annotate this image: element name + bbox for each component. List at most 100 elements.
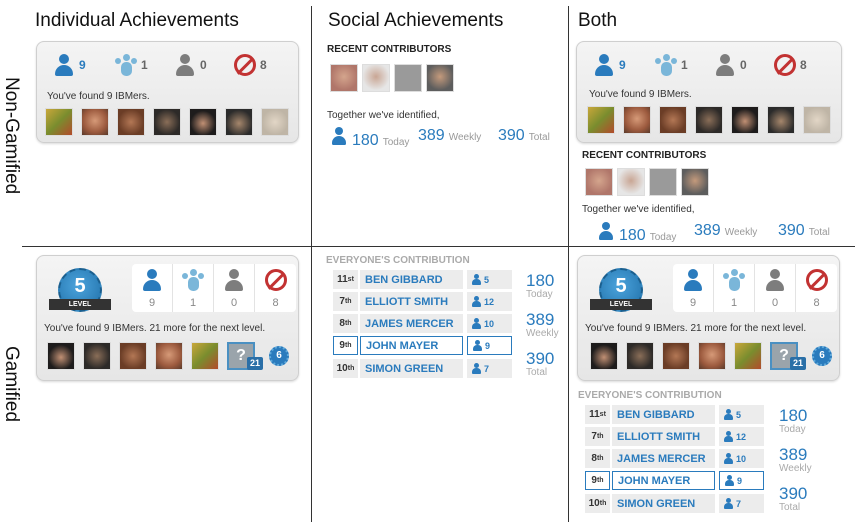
horizontal-divider: [22, 246, 855, 247]
together-text: Together we've identified,: [582, 204, 695, 215]
today-value: 180: [779, 406, 808, 425]
contributor-thumbnail[interactable]: [362, 64, 390, 92]
figure: Individual Achievements Social Achieveme…: [0, 0, 859, 524]
gamified-individual-card: 5 LEVEL 9 1 0 8 You've found 9 IBMers. 2…: [36, 255, 299, 381]
found-count: 9: [689, 297, 697, 309]
contributor-thumbnail[interactable]: [426, 64, 454, 92]
found-thumbnail[interactable]: [155, 342, 183, 370]
found-thumbnail[interactable]: [45, 108, 73, 136]
found-thumbnail[interactable]: [662, 342, 690, 370]
name-cell: JAMES MERCER: [360, 314, 463, 333]
found-thumbnail[interactable]: [731, 106, 759, 134]
leaderboard-row[interactable]: 11st BEN GIBBARD 5: [585, 405, 764, 424]
leaderboard-row[interactable]: 7th ELLIOTT SMITH 12: [333, 292, 512, 311]
leaderboard-row[interactable]: 7th ELLIOTT SMITH 12: [585, 427, 764, 446]
both-individual-card: 9 1 0 8 You've found 9 IBMers.: [576, 41, 842, 143]
group-count: 1: [681, 58, 688, 72]
contributor-thumbnail[interactable]: [585, 168, 613, 196]
remaining-count-badge: 21: [789, 357, 806, 370]
found-count: 9: [619, 58, 626, 72]
leaderboard-row[interactable]: 10th SIMON GREEN 7: [585, 494, 764, 513]
found-thumbnail[interactable]: [119, 342, 147, 370]
rank-cell: 11st: [585, 405, 610, 424]
found-thumbnail[interactable]: [590, 342, 618, 370]
today-label: Today: [779, 424, 806, 435]
leaderboard-row[interactable]: 10th SIMON GREEN 7: [333, 359, 512, 378]
rank-cell: 10th: [585, 494, 610, 513]
rank-cell: 7th: [333, 292, 358, 311]
found-thumbnail[interactable]: [225, 108, 253, 136]
contributor-thumbnail[interactable]: [681, 168, 709, 196]
name-cell: BEN GIBBARD: [612, 405, 715, 424]
vertical-divider-right: [568, 6, 569, 522]
leaderboard-row-current-user[interactable]: 9th JOHN MAYER 9: [585, 471, 764, 490]
person-icon: [593, 54, 615, 76]
contributor-thumbnail[interactable]: [394, 64, 422, 92]
found-stat: 9: [593, 54, 626, 76]
weekly-label: Weekly: [779, 463, 812, 474]
contributor-thumbnail[interactable]: [649, 168, 677, 196]
row-heading-gamified: Gamified: [1, 346, 22, 423]
blocked-count: 8: [813, 297, 820, 309]
no-sign-icon: [234, 54, 256, 76]
found-text: You've found 9 IBMers.: [589, 89, 692, 100]
group-count: 1: [189, 297, 197, 309]
group-icon: [723, 269, 745, 291]
score-cell: 9: [719, 471, 764, 490]
level-badge: 5 LEVEL: [49, 266, 111, 316]
found-thumbnail[interactable]: [623, 106, 651, 134]
leaderboard-row[interactable]: 8th JAMES MERCER 10: [585, 449, 764, 468]
found-thumbnail[interactable]: [117, 108, 145, 136]
rank-cell: 7th: [585, 427, 610, 446]
found-thumbnail[interactable]: [261, 108, 289, 136]
found-thumbnail[interactable]: [587, 106, 615, 134]
contributor-thumbnail[interactable]: [330, 64, 358, 92]
found-thumbnail[interactable]: [189, 108, 217, 136]
found-stat: 9: [53, 54, 86, 76]
score-cell: 5: [719, 405, 764, 424]
found-thumbnail[interactable]: [698, 342, 726, 370]
today-value: 180: [526, 271, 555, 290]
ghost-count: 0: [230, 297, 238, 309]
ghost-person-icon: [764, 269, 786, 291]
no-sign-icon: [805, 269, 828, 291]
total-label: Total: [526, 367, 548, 378]
found-stat: 9: [673, 264, 714, 312]
found-thumbnail[interactable]: [695, 106, 723, 134]
unknown-thumbnail[interactable]: ? 21: [227, 342, 263, 370]
person-icon: [723, 498, 733, 509]
found-thumbnail[interactable]: [767, 106, 795, 134]
no-sign-icon: [774, 54, 796, 76]
found-thumbnail[interactable]: [659, 106, 687, 134]
found-thumbnail[interactable]: [191, 342, 219, 370]
name-cell: JOHN MAYER: [360, 336, 463, 355]
group-count: 1: [730, 297, 738, 309]
level-ribbon: LEVEL: [49, 299, 111, 310]
next-level-badge: 6: [812, 346, 832, 366]
found-stat: 9: [132, 264, 173, 312]
group-icon: [182, 269, 204, 291]
found-thumbnail[interactable]: [83, 342, 111, 370]
found-thumbnail[interactable]: [626, 342, 654, 370]
overall-total: 390 Total: [778, 222, 830, 240]
found-thumbnail[interactable]: [81, 108, 109, 136]
found-thumbnail[interactable]: [734, 342, 762, 370]
leaderboard-row-current-user[interactable]: 9th JOHN MAYER 9: [333, 336, 512, 355]
name-cell: SIMON GREEN: [360, 359, 463, 378]
score-cell: 10: [719, 449, 764, 468]
found-thumbnail[interactable]: [803, 106, 831, 134]
today-value: 180: [352, 132, 379, 149]
person-icon: [471, 296, 481, 307]
blocked-count: 8: [260, 58, 267, 72]
contributor-thumbnail[interactable]: [617, 168, 645, 196]
level-ribbon: LEVEL: [590, 299, 652, 310]
level-badge: 5 LEVEL: [590, 266, 652, 316]
total-value: 390: [778, 222, 805, 239]
leaderboard-row[interactable]: 8th JAMES MERCER 10: [333, 314, 512, 333]
found-thumbnail[interactable]: [153, 108, 181, 136]
score-cell: 7: [467, 359, 512, 378]
unknown-thumbnail[interactable]: ? 21: [770, 342, 806, 370]
person-icon: [471, 318, 481, 329]
found-thumbnail[interactable]: [47, 342, 75, 370]
leaderboard-row[interactable]: 11st BEN GIBBARD 5: [333, 270, 512, 289]
